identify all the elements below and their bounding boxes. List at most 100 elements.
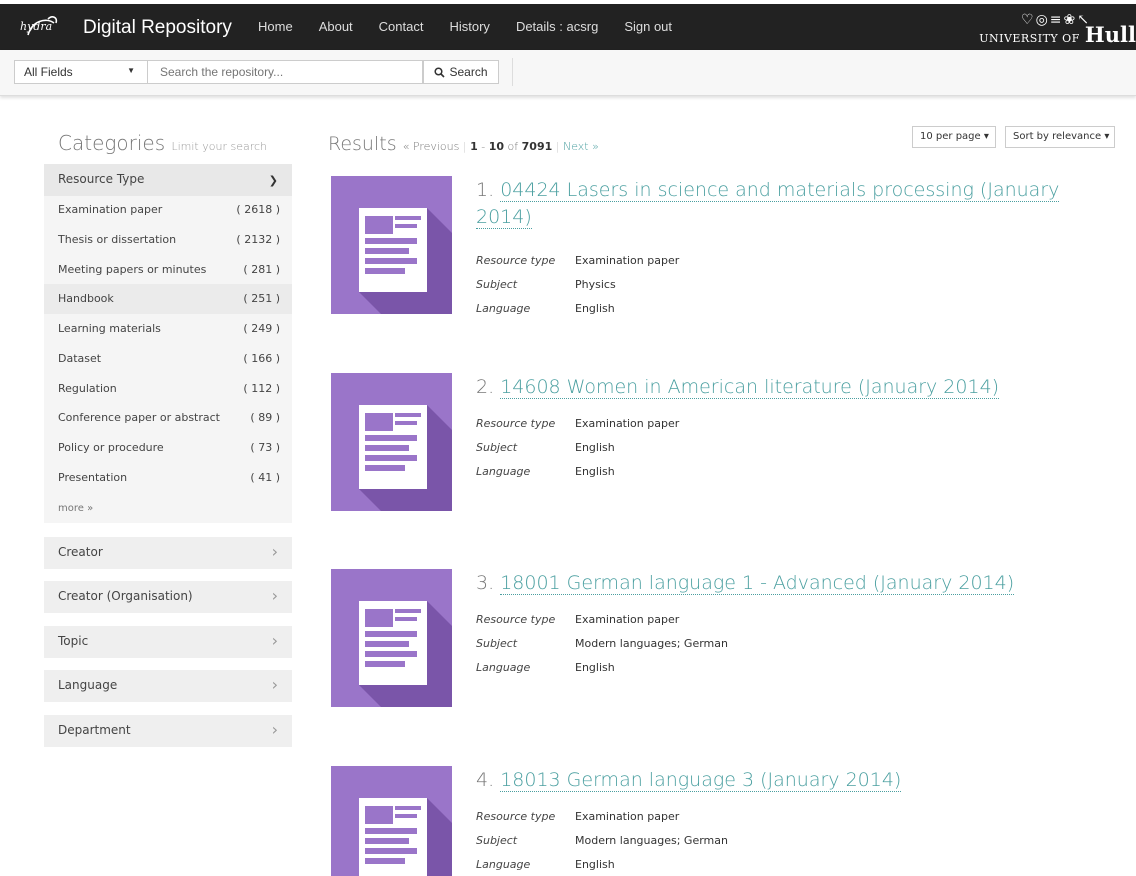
metadata-key: Subject xyxy=(476,278,518,291)
metadata-row: Language English xyxy=(476,661,728,685)
facet-item-label: Handbook xyxy=(58,292,114,305)
facet-label: Language xyxy=(58,678,118,692)
result-title: 4. 18013 German language 3 (January 2014… xyxy=(476,767,1076,794)
result-title: 1. 04424 Lasers in science and materials… xyxy=(476,177,1076,231)
metadata-key: Resource type xyxy=(476,254,556,267)
metadata-row: Subject English xyxy=(476,441,679,465)
sort-dropdown[interactable]: Sort by relevance ▾ xyxy=(1005,126,1115,148)
nav-details[interactable]: Details : acsrg xyxy=(516,4,598,50)
metadata-value: Examination paper xyxy=(575,613,680,626)
search-input[interactable] xyxy=(148,60,423,84)
result-total: 7091 xyxy=(521,140,553,153)
metadata-key: Language xyxy=(476,302,531,315)
facet-item[interactable]: Conference paper or abstract ( 89 ) xyxy=(44,403,292,433)
facet-item-label: Regulation xyxy=(58,382,117,395)
metadata-key: Resource type xyxy=(476,810,556,823)
range-end: 10 xyxy=(488,140,505,153)
facet-department[interactable]: Department › xyxy=(44,715,292,747)
next-link[interactable]: Next » xyxy=(563,140,599,153)
result-link[interactable]: 18001 German language 1 - Advanced (Janu… xyxy=(500,572,1015,595)
metadata-row: Subject Modern languages; German xyxy=(476,834,728,858)
university-logo[interactable]: ♡◎≡❀↖ UNIVERSITY OF Hull xyxy=(979,12,1136,47)
nav-about[interactable]: About xyxy=(319,4,353,50)
search-button[interactable]: Search xyxy=(423,60,499,84)
result-link[interactable]: 14608 Women in American literature (Janu… xyxy=(500,376,1000,399)
chevron-right-icon: › xyxy=(271,586,278,605)
metadata-key: Subject xyxy=(476,834,518,847)
logo-text: hydra xyxy=(20,20,53,33)
facet-language[interactable]: Language › xyxy=(44,670,292,702)
facet-item-count: ( 2132 ) xyxy=(236,233,280,246)
metadata-value: Modern languages; German xyxy=(575,834,728,847)
facet-item[interactable]: Thesis or dissertation ( 2132 ) xyxy=(44,225,292,255)
facet-item-label: Meeting papers or minutes xyxy=(58,263,207,276)
chevron-right-icon: › xyxy=(271,720,278,739)
metadata-key: Language xyxy=(476,661,531,674)
document-icon[interactable] xyxy=(331,569,452,707)
facet-resource-type[interactable]: Resource Type ❯ xyxy=(44,164,292,196)
nav-sign-out[interactable]: Sign out xyxy=(624,4,672,50)
previous-link: « Previous xyxy=(402,140,460,153)
facet-item[interactable]: Examination paper ( 2618 ) xyxy=(44,195,292,225)
result-number: 4. xyxy=(476,769,495,791)
result-metadata: Resource type Examination paper Subject Mod… xyxy=(476,810,728,876)
facet-item[interactable]: Policy or procedure ( 73 ) xyxy=(44,433,292,463)
metadata-value: Examination paper xyxy=(575,254,680,267)
document-icon[interactable] xyxy=(331,766,452,876)
metadata-value: Examination paper xyxy=(575,810,680,823)
categories-subtitle: Limit your search xyxy=(171,140,268,153)
metadata-value: English xyxy=(575,441,615,454)
facet-item[interactable]: Meeting papers or minutes ( 281 ) xyxy=(44,255,292,285)
facet-label: Creator (Organisation) xyxy=(58,589,193,603)
facet-item-label: Conference paper or abstract xyxy=(58,411,220,424)
facet-item-count: ( 73 ) xyxy=(250,441,280,454)
facet-topic[interactable]: Topic › xyxy=(44,626,292,658)
result-title: 3. 18001 German language 1 - Advanced (J… xyxy=(476,570,1076,597)
field-select-value: All Fields xyxy=(24,65,73,79)
facet-creator-organisation[interactable]: Creator (Organisation) › xyxy=(44,581,292,613)
search-bar: All Fields ▼ Search xyxy=(0,50,1136,96)
nav-history[interactable]: History xyxy=(449,4,489,50)
brand-title[interactable]: Digital Repository xyxy=(83,17,232,39)
range-start: 1 xyxy=(470,140,478,153)
facet-more-link[interactable]: more » xyxy=(58,503,93,514)
result-title: 2. 14608 Women in American literature (J… xyxy=(476,374,1076,401)
document-icon[interactable] xyxy=(331,176,452,314)
document-icon[interactable] xyxy=(331,373,452,511)
result-link[interactable]: 18013 German language 3 (January 2014) xyxy=(500,769,902,792)
nav-home[interactable]: Home xyxy=(258,4,293,50)
facet-item-label: Learning materials xyxy=(58,322,161,335)
pager: « Previous | 1 - 10 of 7091 | Next » xyxy=(402,140,599,153)
nav-contact[interactable]: Contact xyxy=(379,4,424,50)
per-page-dropdown[interactable]: 10 per page ▾ xyxy=(912,126,996,148)
facet-item[interactable]: Dataset ( 166 ) xyxy=(44,344,292,374)
metadata-key: Resource type xyxy=(476,417,556,430)
facet-item[interactable]: Learning materials ( 249 ) xyxy=(44,314,292,344)
facet-label: Resource Type xyxy=(58,172,145,186)
metadata-row: Language English xyxy=(476,302,679,326)
metadata-value: English xyxy=(575,465,615,478)
facet-item-count: ( 281 ) xyxy=(243,263,280,276)
search-icon xyxy=(434,66,446,78)
metadata-value: English xyxy=(575,661,615,674)
caret-down-icon: ▾ xyxy=(1104,131,1110,142)
field-select[interactable]: All Fields ▼ xyxy=(14,60,148,84)
facet-item-label: Policy or procedure xyxy=(58,441,164,454)
facet-item-count: ( 89 ) xyxy=(250,411,280,424)
facet-item-label: Dataset xyxy=(58,352,102,365)
facet-item[interactable]: Handbook ( 251 ) xyxy=(44,284,292,314)
facet-creator[interactable]: Creator › xyxy=(44,537,292,569)
results-header: Results « Previous | 1 - 10 of 7091 | Ne… xyxy=(328,133,599,155)
university-big: Hull xyxy=(1084,22,1136,47)
facet-item[interactable]: Regulation ( 112 ) xyxy=(44,374,292,404)
facet-item-label: Thesis or dissertation xyxy=(58,233,177,246)
result-link[interactable]: 04424 Lasers in science and materials pr… xyxy=(476,179,1060,229)
facet-item[interactable]: Presentation ( 41 ) xyxy=(44,463,292,493)
metadata-row: Resource type Examination paper xyxy=(476,254,679,278)
metadata-row: Resource type Examination paper xyxy=(476,417,679,441)
divider xyxy=(512,58,513,86)
metadata-value: Examination paper xyxy=(575,417,680,430)
result-metadata: Resource type Examination paper Subject Mod… xyxy=(476,613,728,685)
sort-label: Sort by relevance xyxy=(1013,131,1102,142)
metadata-key: Subject xyxy=(476,637,518,650)
